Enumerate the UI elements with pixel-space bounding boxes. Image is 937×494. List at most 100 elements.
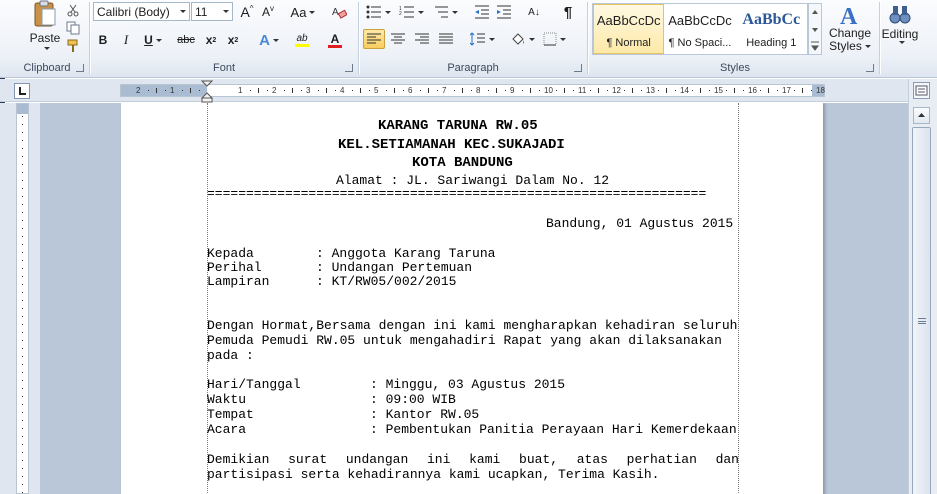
ruler-tick-mark	[742, 90, 744, 91]
ruler-tick-mark	[334, 90, 336, 91]
letterhead-address: Alamat : JL. Sariwangi Dalam No. 12	[336, 173, 610, 188]
font-name-combo[interactable]: Calibri (Body)	[93, 2, 190, 21]
ruler-tick-mark	[385, 90, 387, 91]
chevron-down-icon	[272, 38, 279, 42]
scroll-up-button[interactable]	[913, 107, 930, 124]
underline-button[interactable]: U	[139, 30, 167, 50]
vertical-ruler-tick-mark	[22, 220, 23, 221]
vertical-ruler	[0, 103, 40, 494]
align-left-button[interactable]	[363, 29, 385, 49]
vertical-ruler-tick-mark	[22, 492, 23, 493]
letterhead-line-2: KEL.SETIAMANAH KEC.SUKAJADI	[338, 137, 565, 153]
ruler-tick-mark	[300, 90, 302, 91]
bullets-button[interactable]	[364, 2, 392, 22]
svg-text:A: A	[332, 7, 339, 18]
ruler-toggle-button[interactable]	[913, 82, 930, 99]
change-case-button[interactable]: Aa	[289, 2, 317, 22]
ruler-tick-mark	[453, 90, 455, 91]
increase-indent-button[interactable]	[494, 2, 514, 22]
clear-formatting-button[interactable]: A	[329, 2, 349, 22]
font-size-combo[interactable]: 11	[191, 2, 233, 21]
superscript-button[interactable]: x2	[223, 30, 243, 50]
ruler-tick-mark	[156, 88, 157, 93]
editing-button[interactable]: Editing	[880, 2, 920, 58]
highlight-button[interactable]: ab	[287, 30, 317, 50]
chevron-down-icon	[309, 10, 316, 14]
grow-font-button[interactable]: A ^	[237, 2, 257, 22]
text-effects-button[interactable]: A	[255, 30, 283, 50]
chevron-down-icon	[898, 41, 905, 44]
chevron-down-icon	[417, 10, 424, 14]
ruler-tick-mark	[419, 90, 421, 91]
ruler-tick-mark	[810, 90, 812, 91]
tab-selector-button[interactable]	[14, 83, 30, 99]
subscript-button[interactable]: x2	[201, 30, 221, 50]
strikethrough-button[interactable]: abc	[173, 30, 199, 50]
shrink-font-icon: A	[261, 5, 270, 19]
document-page[interactable]: KARANG TARUNA RW.05 KEL.SETIAMANAH KEC.S…	[121, 103, 823, 494]
tab-stop-icon	[19, 87, 26, 95]
font-color-button[interactable]: A	[321, 30, 349, 50]
copy-button[interactable]	[64, 20, 82, 36]
ruler-tick-mark	[674, 90, 676, 91]
clear-formatting-icon: A	[332, 7, 347, 19]
ruler-tick-label: 7	[442, 86, 447, 95]
align-center-button[interactable]	[387, 29, 409, 49]
chevron-down-icon	[180, 10, 186, 13]
ruler-tick-mark	[708, 90, 710, 91]
numbering-button[interactable]: 12	[397, 2, 425, 22]
ruler-tick-mark	[538, 90, 540, 91]
align-right-button[interactable]	[411, 29, 433, 49]
event-value: : Pembentukan Panitia Perayaan Hari Keme…	[370, 422, 737, 437]
vertical-ruler-tick-mark	[22, 324, 23, 325]
multilevel-list-button[interactable]	[430, 2, 460, 22]
vertical-ruler-tick-mark	[22, 148, 23, 149]
ruler-tick-label: 5	[374, 86, 379, 95]
svg-text:2: 2	[399, 11, 402, 17]
justify-button[interactable]	[435, 29, 457, 49]
down-caret-icon: v	[270, 3, 274, 13]
italic-label: I	[123, 32, 129, 47]
vertical-ruler-bar[interactable]	[16, 103, 29, 494]
show-hide-button[interactable]: ¶	[558, 2, 578, 22]
shrink-font-button[interactable]: Av	[258, 2, 278, 22]
sort-icon: A↓	[528, 6, 540, 18]
ruler-tick-label: 10	[544, 86, 553, 95]
indent-marker-icon[interactable]	[201, 80, 213, 104]
italic-button[interactable]: I	[116, 30, 136, 50]
ribbon: Paste Clipboard Calibri (Body) 11 A ^ A …	[0, 0, 937, 78]
vertical-ruler-tick-mark	[22, 372, 23, 373]
bold-button[interactable]: B	[93, 30, 113, 50]
ruler-bar[interactable]: 2 1 1 2 3 4 5 6 7 8 9 10 11 12 13 14 15 16 17 18	[120, 80, 825, 103]
grip-icon	[918, 318, 926, 324]
sort-button[interactable]: A↓	[524, 2, 544, 22]
highlight-icon: ab	[296, 33, 308, 44]
ruler-tick-label: 18	[816, 86, 825, 95]
ruler-tick-mark	[700, 88, 701, 93]
bullets-icon	[366, 5, 381, 19]
scissors-icon	[67, 4, 79, 17]
decrease-indent-button[interactable]	[472, 2, 492, 22]
font-dialog-launcher[interactable]	[345, 64, 353, 72]
ruler-tick-mark	[589, 90, 591, 91]
styles-group-label: Styles	[720, 62, 750, 74]
letterhead-line-3: KOTA BANDUNG	[412, 155, 513, 171]
underline-label: U	[144, 33, 153, 47]
paste-button[interactable]: Paste	[26, 0, 64, 56]
letter-date: Bandung, 01 Agustus 2015	[546, 216, 734, 231]
pilcrow-icon: ¶	[563, 3, 573, 21]
vertical-scrollbar[interactable]	[908, 79, 937, 494]
line-spacing-button[interactable]	[468, 29, 496, 49]
ruler-tick-mark	[530, 88, 531, 93]
shading-button[interactable]	[508, 29, 536, 49]
styles-dialog-launcher[interactable]	[866, 64, 874, 72]
paragraph-dialog-launcher[interactable]	[574, 64, 582, 72]
cut-button[interactable]	[64, 2, 82, 18]
superscript-mark: 2	[234, 36, 239, 44]
vertical-ruler-tick-mark	[22, 356, 23, 357]
scroll-thumb[interactable]	[912, 127, 931, 494]
borders-button[interactable]	[540, 29, 568, 49]
format-painter-button[interactable]	[64, 38, 82, 54]
ruler-tick-mark	[606, 90, 608, 91]
clipboard-dialog-launcher[interactable]	[76, 64, 84, 72]
